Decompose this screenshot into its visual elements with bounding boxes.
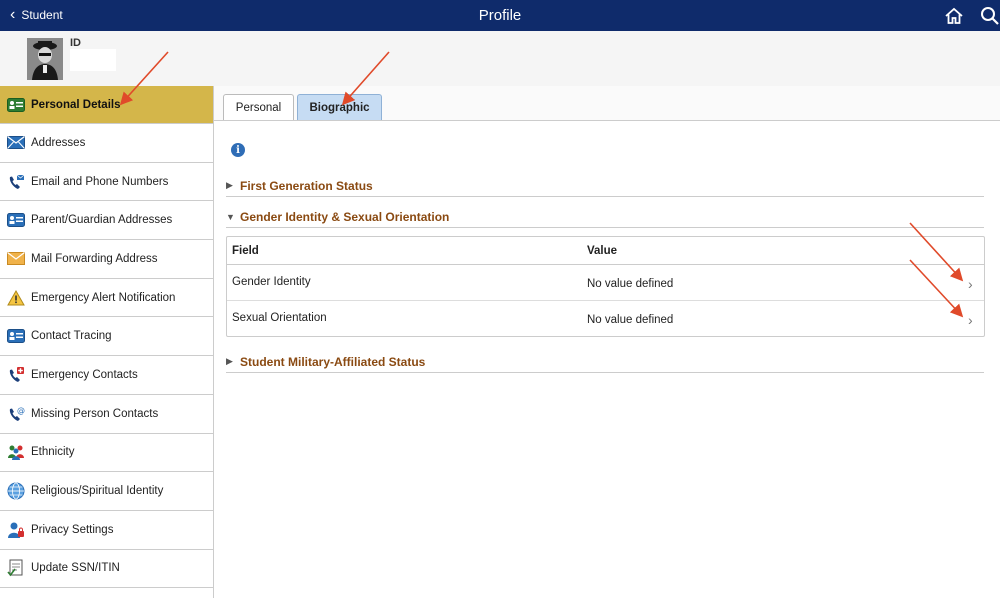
sidebar-item-label: Missing Person Contacts xyxy=(31,407,159,420)
column-header-value: Value xyxy=(587,245,618,257)
emergency-phone-icon xyxy=(7,366,25,384)
tab-biographic[interactable]: Biographic xyxy=(297,94,382,120)
sidebar-item-parent-guardian[interactable]: Parent/Guardian Addresses xyxy=(0,201,213,241)
sidebar-item-contact-tracing[interactable]: Contact Tracing xyxy=(0,317,213,357)
profile-strip: ID xyxy=(0,31,1000,87)
caret-right-icon: ▶ xyxy=(226,356,233,366)
info-icon[interactable]: i xyxy=(231,143,245,157)
sidebar-item-label: Email and Phone Numbers xyxy=(31,175,169,188)
sidebar-item-addresses[interactable]: Addresses xyxy=(0,124,213,163)
sidebar-item-label: Contact Tracing xyxy=(31,330,112,343)
sidebar-item-privacy[interactable]: Privacy Settings xyxy=(0,511,213,550)
svg-text:@: @ xyxy=(17,406,25,415)
app-header: ‹ Student Profile xyxy=(0,0,1000,31)
id-value-redacted xyxy=(70,49,116,71)
people-icon xyxy=(7,443,25,461)
sidebar-item-label: Privacy Settings xyxy=(31,523,114,536)
id-label: ID xyxy=(70,37,81,49)
sidebar-item-personal-details[interactable]: Personal Details xyxy=(0,86,213,124)
sidebar-item-emergency-alert[interactable]: Emergency Alert Notification xyxy=(0,279,213,318)
section-first-generation[interactable]: ▶ First Generation Status xyxy=(226,175,984,197)
search-icon[interactable] xyxy=(980,6,1000,26)
section-title: First Generation Status xyxy=(240,178,373,193)
tab-personal[interactable]: Personal xyxy=(223,94,294,120)
tab-bar: Personal Biographic xyxy=(214,86,1000,121)
mail-forward-icon xyxy=(7,250,25,268)
sidebar-item-religious[interactable]: Religious/Spiritual Identity xyxy=(0,472,213,511)
warning-icon xyxy=(7,289,25,307)
sidebar-item-label: Ethnicity xyxy=(31,446,75,459)
sidebar-item-emergency-contacts[interactable]: Emergency Contacts xyxy=(0,356,213,395)
gender-identity-grid: Field Value Gender Identity No value def… xyxy=(226,236,985,337)
sidebar-item-label: Emergency Alert Notification xyxy=(31,291,176,304)
section-title: Student Military-Affiliated Status xyxy=(240,354,426,369)
sidebar-item-email-phone[interactable]: Email and Phone Numbers xyxy=(0,163,213,202)
sidebar: Personal Details Addresses Email and Pho… xyxy=(0,86,214,598)
grid-header: Field Value xyxy=(227,237,984,265)
column-header-field: Field xyxy=(232,245,259,257)
phone-email-icon xyxy=(7,173,25,191)
table-row-sexual-orientation[interactable]: Sexual Orientation No value defined › xyxy=(227,301,984,337)
caret-down-icon: ▼ xyxy=(226,211,235,222)
main-content: Personal Biographic i ▶ First Generation… xyxy=(214,86,1000,598)
table-row-gender-identity[interactable]: Gender Identity No value defined › xyxy=(227,265,984,301)
row-value: No value defined xyxy=(587,314,674,326)
section-gender-identity[interactable]: ▼ Gender Identity & Sexual Orientation xyxy=(226,206,984,228)
section-military-affiliated[interactable]: ▶ Student Military-Affiliated Status xyxy=(226,351,984,373)
section-title: Gender Identity & Sexual Orientation xyxy=(240,209,450,224)
document-check-icon xyxy=(7,559,25,577)
sidebar-item-label: Religious/Spiritual Identity xyxy=(31,485,164,498)
sidebar-item-mail-forwarding[interactable]: Mail Forwarding Address xyxy=(0,240,213,279)
address-card-icon xyxy=(7,211,25,229)
chevron-right-icon[interactable]: › xyxy=(968,276,973,292)
avatar xyxy=(27,38,63,80)
contact-card-icon xyxy=(7,327,25,345)
id-card-icon xyxy=(7,96,25,114)
sidebar-item-update-ssn[interactable]: Update SSN/ITIN xyxy=(0,550,213,589)
user-lock-icon xyxy=(7,521,25,539)
row-field: Gender Identity xyxy=(232,276,311,288)
sidebar-item-label: Emergency Contacts xyxy=(31,368,138,381)
phone-at-icon: @ xyxy=(7,405,25,423)
envelope-icon xyxy=(7,134,25,152)
sidebar-item-label: Parent/Guardian Addresses xyxy=(31,214,173,227)
caret-right-icon: ▶ xyxy=(226,180,233,190)
sidebar-item-label: Update SSN/ITIN xyxy=(31,562,120,575)
chevron-right-icon[interactable]: › xyxy=(968,312,973,328)
page-title: Profile xyxy=(478,7,522,24)
sidebar-item-ethnicity[interactable]: Ethnicity xyxy=(0,434,213,473)
sidebar-item-label: Addresses xyxy=(31,136,86,149)
sidebar-item-missing-person[interactable]: @ Missing Person Contacts xyxy=(0,395,213,434)
row-value: No value defined xyxy=(587,278,674,290)
row-field: Sexual Orientation xyxy=(232,312,327,324)
sidebar-item-label: Personal Details xyxy=(31,98,121,111)
globe-icon xyxy=(7,482,25,500)
home-icon[interactable] xyxy=(944,6,964,26)
sidebar-item-label: Mail Forwarding Address xyxy=(31,252,158,265)
